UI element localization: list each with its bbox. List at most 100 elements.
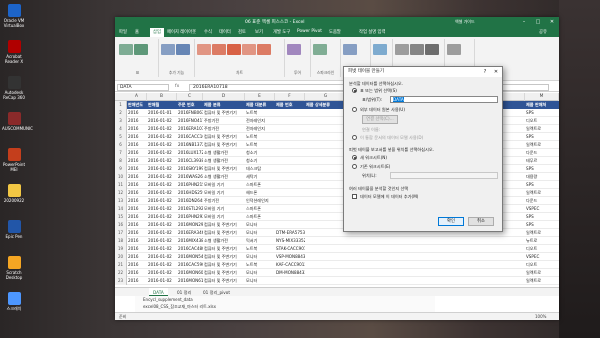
table-cell[interactable]	[305, 245, 347, 253]
table-cell[interactable]: 2016-01-02	[147, 149, 177, 157]
ribbon-button[interactable]	[410, 44, 424, 55]
table-cell[interactable]: 모바일 기기	[203, 181, 245, 189]
row-number[interactable]: 18	[115, 237, 127, 245]
table-cell[interactable]: 컴퓨터 및 주변기기	[203, 221, 245, 229]
tab-8[interactable]: 개발 도구	[273, 29, 290, 35]
table-cell[interactable]: 일렉트로	[525, 189, 559, 197]
table-cell[interactable]: 2016-01-02	[147, 173, 177, 181]
row-number[interactable]: 22	[115, 269, 127, 277]
column-header[interactable]: F	[275, 93, 305, 101]
table-cell[interactable]	[445, 277, 470, 285]
table-cell[interactable]: 컴퓨터 및 주변기기	[203, 133, 245, 141]
table-cell[interactable]	[387, 237, 417, 245]
table-cell[interactable]: 컴퓨터 및 주변기기	[203, 165, 245, 173]
desktop-icon-1[interactable]: Acrobat Reader X	[2, 40, 26, 64]
table-cell[interactable]: 2016	[127, 277, 147, 285]
table-cell[interactable]: 2016MIX43850	[177, 237, 203, 245]
table-cell[interactable]: 2016	[127, 181, 147, 189]
row-number[interactable]: 12	[115, 189, 127, 197]
table-cell[interactable]: 2016-01-02	[147, 213, 177, 221]
table-cell[interactable]	[387, 261, 417, 269]
table-cell[interactable]: 대용량	[525, 173, 559, 181]
table-cell[interactable]	[275, 205, 305, 213]
row-number[interactable]: 2	[115, 109, 127, 117]
ribbon-button[interactable]	[447, 44, 461, 55]
table-cell[interactable]	[305, 165, 347, 173]
table-cell[interactable]	[275, 181, 305, 189]
tab-9[interactable]: Power Pivot	[297, 29, 322, 34]
table-cell[interactable]	[445, 253, 470, 261]
row-number[interactable]: 3	[115, 117, 127, 125]
column-header[interactable]: E	[245, 93, 275, 101]
table-cell[interactable]	[387, 277, 417, 285]
ribbon-button[interactable]	[161, 44, 175, 55]
explorer-item[interactable]: excel08_CSS_참조교재_마스터 리트.xlsx	[143, 304, 216, 310]
table-cell[interactable]: 2016SKY19909	[177, 165, 203, 173]
table-cell[interactable]: 2016FNB0635	[177, 109, 203, 117]
ribbon-button[interactable]	[119, 44, 133, 55]
table-cell[interactable]: 일렉트로	[525, 125, 559, 133]
table-cell[interactable]: 2016	[127, 149, 147, 157]
table-cell[interactable]: 노트북	[245, 133, 275, 141]
table-cell[interactable]	[347, 269, 387, 277]
table-cell[interactable]	[445, 269, 470, 277]
ribbon-button[interactable]	[212, 44, 226, 55]
table-cell[interactable]: 세탁기	[245, 173, 275, 181]
table-cell[interactable]: 컴퓨터 및 주변기기	[203, 269, 245, 277]
table-cell[interactable]: 2016	[127, 261, 147, 269]
table-cell[interactable]: 2016	[127, 229, 147, 237]
column-header[interactable]: G	[305, 93, 347, 101]
table-cell[interactable]: 컴퓨터 및 주변기기	[203, 229, 245, 237]
table-cell[interactable]: 2016-01-02	[147, 245, 177, 253]
table-cell[interactable]	[305, 181, 347, 189]
table-cell[interactable]	[305, 149, 347, 157]
table-cell[interactable]: SPS	[525, 221, 559, 229]
table-cell[interactable]: 2016	[127, 109, 147, 117]
column-header[interactable]: M	[525, 93, 559, 101]
table-cell[interactable]: 노트북	[245, 261, 275, 269]
table-cell[interactable]: 2016-01-02	[147, 277, 177, 285]
table-cell[interactable]	[305, 189, 347, 197]
table-cell[interactable]: KAF-CACC9012541 Blue	[275, 261, 305, 269]
table-cell[interactable]	[275, 221, 305, 229]
desktop-icon-4[interactable]: PowerPoint MEI	[2, 148, 26, 172]
table-cell[interactable]: 인덕션레인지	[245, 197, 275, 205]
table-cell[interactable]: 2016-01-02	[147, 133, 177, 141]
close-button[interactable]: ✕	[545, 17, 559, 27]
table-cell[interactable]: 2016MON61207	[177, 277, 203, 285]
table-cell[interactable]	[417, 261, 445, 269]
table-cell[interactable]	[470, 245, 525, 253]
table-cell[interactable]: STAK-CACC9012493 Navy	[275, 245, 305, 253]
table-cell[interactable]	[305, 221, 347, 229]
table-cell[interactable]	[305, 117, 347, 125]
table-cell[interactable]: 2016-01-02	[147, 261, 177, 269]
table-cell[interactable]	[445, 237, 470, 245]
table-cell[interactable]: 헤드폰	[245, 189, 275, 197]
desktop-icon-6[interactable]: Epic Pen	[2, 220, 26, 239]
table-cell[interactable]	[470, 261, 525, 269]
table-cell[interactable]: 2016PHN21534	[177, 181, 203, 189]
table-cell[interactable]: VSPEC	[525, 205, 559, 213]
table-cell[interactable]: 전자레인지	[245, 125, 275, 133]
table-cell[interactable]: 소형 생활가전	[203, 173, 245, 181]
table-cell[interactable]	[275, 117, 305, 125]
table-cell[interactable]: 모니터	[245, 221, 275, 229]
table-cell[interactable]: 모바일 기기	[203, 213, 245, 221]
name-box[interactable]: DATA	[117, 84, 169, 91]
radio-data-model[interactable]	[352, 135, 357, 140]
column-header[interactable]: D	[203, 93, 245, 101]
row-number[interactable]: 13	[115, 197, 127, 205]
ribbon-button[interactable]	[227, 44, 241, 55]
table-cell[interactable]	[470, 237, 525, 245]
table-cell[interactable]	[305, 133, 347, 141]
row-number[interactable]: 23	[115, 277, 127, 285]
table-cell[interactable]	[275, 149, 305, 157]
table-cell[interactable]: 2016-01-02	[147, 205, 177, 213]
table-cell[interactable]: 2016HDS2596	[177, 189, 203, 197]
tab-1[interactable]: 홈	[135, 29, 139, 35]
table-cell[interactable]: 2016-01-02	[147, 197, 177, 205]
tab-10[interactable]: 도움말	[329, 29, 341, 35]
table-cell[interactable]	[275, 109, 305, 117]
radio-existing-sheet[interactable]	[352, 164, 357, 169]
table-cell[interactable]	[305, 173, 347, 181]
